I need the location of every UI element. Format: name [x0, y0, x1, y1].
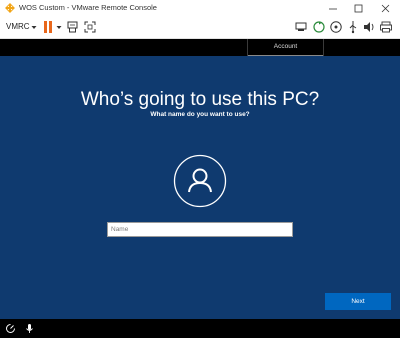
vmrc-toolbar: VMRC: [0, 17, 400, 39]
power-pause-icon[interactable]: [41, 20, 55, 34]
user-avatar-icon: [173, 154, 227, 208]
chevron-down-icon[interactable]: [55, 19, 63, 35]
fullscreen-icon[interactable]: [83, 20, 97, 34]
close-icon[interactable]: [377, 2, 395, 15]
title-bar: WOS Custom - VMware Remote Console: [0, 0, 400, 17]
next-button[interactable]: Next: [325, 293, 391, 310]
vmrc-menu-button[interactable]: VMRC: [6, 22, 30, 31]
bottom-bar: [0, 319, 400, 338]
sound-icon[interactable]: [362, 20, 376, 34]
oobe-tab-strip: Account: [0, 39, 400, 56]
name-input[interactable]: [107, 222, 293, 237]
minimize-icon[interactable]: [324, 2, 342, 15]
maximize-icon[interactable]: [350, 2, 368, 15]
window-title: WOS Custom - VMware Remote Console: [19, 3, 157, 12]
chevron-down-icon[interactable]: [30, 19, 38, 35]
page-title: Who’s going to use this PC?: [80, 89, 320, 110]
ease-of-access-icon[interactable]: [5, 323, 16, 334]
tab-account-label: Account: [273, 43, 298, 50]
send-keys-icon[interactable]: [66, 20, 80, 34]
cd-icon[interactable]: [329, 20, 343, 34]
vmware-app-icon: [5, 3, 15, 13]
disk-sync-icon[interactable]: [312, 20, 326, 34]
page-subtitle: What name do you want to use?: [150, 111, 250, 118]
printer-icon[interactable]: [379, 20, 393, 34]
tab-account[interactable]: Account: [247, 39, 324, 56]
network-icon[interactable]: [294, 20, 308, 34]
oobe-page: Who’s going to use this PC? What name do…: [0, 56, 400, 319]
microphone-icon[interactable]: [24, 323, 35, 334]
usb-icon[interactable]: [346, 20, 360, 34]
